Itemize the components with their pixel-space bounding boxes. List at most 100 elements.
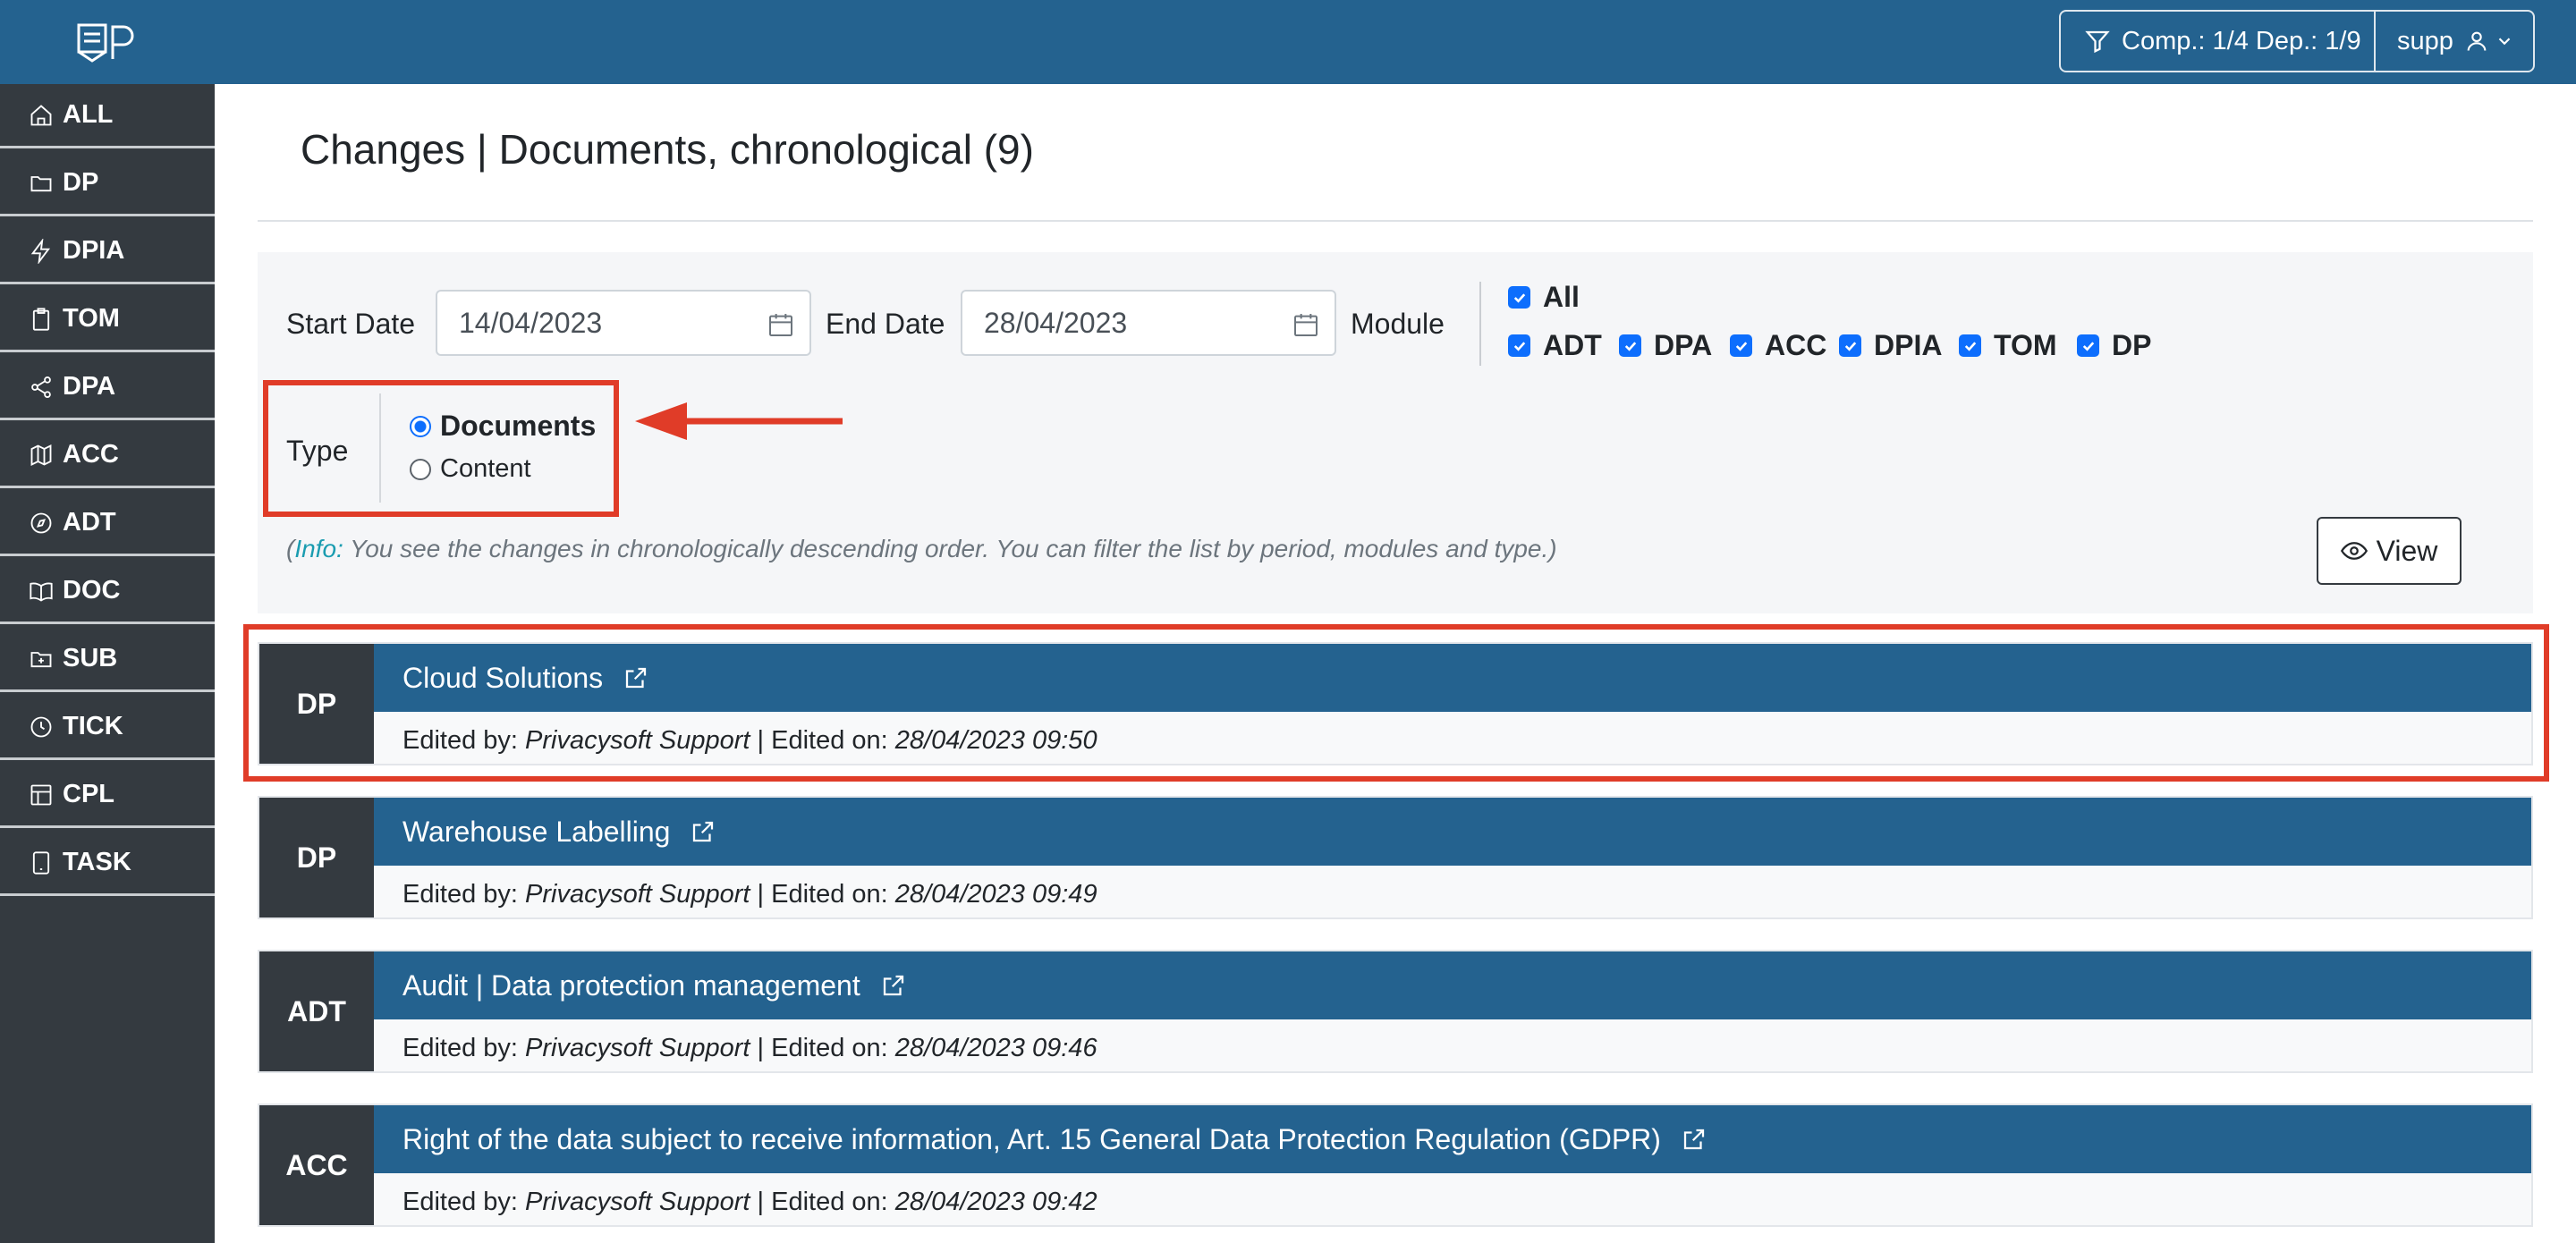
change-meta: Edited by: Privacysoft Support | Edited …: [402, 873, 1097, 916]
checkbox-checked-icon[interactable]: [2077, 334, 2099, 357]
info-text: (Info: You see the changes in chronologi…: [286, 535, 1557, 563]
external-link-icon[interactable]: [690, 818, 716, 845]
editor-name: Privacysoft Support: [525, 1034, 750, 1062]
home-icon: [30, 104, 52, 125]
calendar-icon[interactable]: [1292, 310, 1320, 339]
end-date-input[interactable]: [984, 306, 1252, 340]
end-date-label: End Date: [826, 308, 945, 340]
type-radio-content[interactable]: Content: [410, 454, 531, 484]
change-title: Audit | Data protection management: [402, 968, 860, 1002]
folder-plus-icon: [30, 651, 52, 667]
checkbox-checked-icon[interactable]: [1619, 334, 1641, 357]
sidebar-item-cpl[interactable]: CPL: [0, 764, 215, 828]
sidebar-item-label: DP: [63, 168, 99, 197]
top-controls: Comp.: 1/4 Dep.: 1/9 supp: [2059, 10, 2535, 72]
module-checkbox-adt[interactable]: ADT: [1508, 329, 1602, 362]
sidebar-item-tom[interactable]: TOM: [0, 288, 215, 352]
radio-unselected-icon[interactable]: [410, 458, 431, 480]
sidebar-item-adt[interactable]: ADT: [0, 492, 215, 556]
change-card: ADT Audit | Data protection management E…: [258, 950, 2533, 1073]
info-body: You see the changes in chronologically d…: [343, 535, 1557, 562]
checkbox-checked-icon[interactable]: [1959, 334, 1981, 357]
type-option-label: Content: [440, 454, 531, 483]
end-date-field[interactable]: [961, 290, 1336, 356]
module-checkbox-dp[interactable]: DP: [2077, 329, 2151, 362]
sidebar-item-all[interactable]: ALL: [0, 84, 215, 148]
filter-label: Comp.: 1/4 Dep.: 1/9: [2122, 26, 2361, 55]
view-button[interactable]: View: [2317, 517, 2462, 585]
sidebar-item-tick[interactable]: TICK: [0, 696, 215, 760]
checkbox-checked-icon[interactable]: [1730, 334, 1752, 357]
module-checkbox-all[interactable]: All: [1508, 281, 1580, 314]
edited-on-label: | Edited on:: [750, 1188, 895, 1216]
editor-name: Privacysoft Support: [525, 880, 750, 909]
change-title-link[interactable]: Audit | Data protection management: [374, 951, 2531, 1019]
sidebar-item-label: ADT: [63, 508, 116, 537]
user-icon: [2467, 31, 2487, 51]
type-radio-documents[interactable]: Documents: [410, 410, 596, 443]
sidebar-item-label: TASK: [63, 848, 131, 876]
view-button-label: View: [2376, 534, 2438, 567]
sidebar-item-label: DPA: [63, 372, 116, 401]
module-checkbox-dpa[interactable]: DPA: [1619, 329, 1712, 362]
sidebar-item-sub[interactable]: SUB: [0, 628, 215, 692]
title-divider: [258, 220, 2533, 222]
highlight-annotation-box: [243, 624, 2549, 782]
sidebar-item-label: DOC: [63, 576, 121, 605]
sidebar-item-doc[interactable]: DOC: [0, 560, 215, 624]
edited-on-label: | Edited on:: [750, 880, 895, 909]
external-link-icon[interactable]: [880, 972, 907, 999]
checkbox-checked-icon[interactable]: [1508, 286, 1530, 309]
sidebar-item-dp[interactable]: DP: [0, 152, 215, 216]
module-checkbox-tom[interactable]: TOM: [1959, 329, 2057, 362]
sidebar: ALL DP DPIA TOM DPA ACC ADT DOC SUB TICK…: [0, 84, 215, 1243]
start-date-label: Start Date: [286, 308, 416, 340]
chevron-down-icon: [2498, 38, 2511, 46]
folder-icon: [30, 175, 52, 191]
document-logo-icon[interactable]: [75, 20, 140, 64]
radio-selected-icon[interactable]: [410, 415, 431, 437]
external-link-icon[interactable]: [1681, 1126, 1707, 1153]
sidebar-item-label: DPIA: [63, 236, 125, 265]
edited-on-label: | Edited on:: [750, 1034, 895, 1062]
change-meta: Edited by: Privacysoft Support | Edited …: [402, 1180, 1097, 1223]
checkbox-checked-icon[interactable]: [1508, 334, 1530, 357]
editor-name: Privacysoft Support: [525, 1188, 750, 1216]
funnel-icon: [2085, 30, 2110, 54]
info-prefix: (: [286, 535, 295, 562]
change-title-link[interactable]: Warehouse Labelling: [374, 798, 2531, 866]
change-title-link[interactable]: Right of the data subject to receive inf…: [374, 1105, 2531, 1173]
calendar-icon[interactable]: [767, 310, 795, 339]
change-meta: Edited by: Privacysoft Support | Edited …: [402, 1027, 1097, 1070]
clipboard-icon: [32, 307, 50, 331]
module-badge: ACC: [259, 1105, 374, 1225]
checkbox-checked-icon[interactable]: [1839, 334, 1861, 357]
sidebar-item-dpia[interactable]: DPIA: [0, 220, 215, 284]
change-title: Right of the data subject to receive inf…: [402, 1122, 1661, 1155]
sidebar-item-acc[interactable]: ACC: [0, 424, 215, 488]
edited-by-label: Edited by:: [402, 1034, 526, 1062]
top-navbar: Comp.: 1/4 Dep.: 1/9 supp: [0, 0, 2576, 84]
eye-icon: [2340, 542, 2368, 560]
module-option-label: ACC: [1765, 329, 1827, 361]
sidebar-item-label: TOM: [63, 304, 120, 333]
edited-by-label: Edited by:: [402, 880, 526, 909]
sidebar-item-label: TICK: [63, 712, 123, 740]
module-checkbox-dpia[interactable]: DPIA: [1839, 329, 1942, 362]
module-option-label: DP: [2112, 329, 2152, 361]
module-checkbox-acc[interactable]: ACC: [1730, 329, 1826, 362]
type-option-label: Documents: [440, 410, 597, 442]
module-badge: ADT: [259, 951, 374, 1071]
module-option-label: DPA: [1654, 329, 1713, 361]
sidebar-item-dpa[interactable]: DPA: [0, 356, 215, 420]
compass-icon: [30, 512, 52, 533]
user-menu-button[interactable]: supp: [2376, 12, 2533, 71]
sidebar-item-label: SUB: [63, 644, 118, 672]
company-department-filter-button[interactable]: Comp.: 1/4 Dep.: 1/9: [2061, 12, 2376, 71]
user-name: supp: [2397, 26, 2453, 55]
sidebar-item-task[interactable]: TASK: [0, 832, 215, 896]
start-date-field[interactable]: [436, 290, 811, 356]
start-date-input[interactable]: [459, 306, 727, 340]
edited-timestamp: 28/04/2023 09:42: [894, 1188, 1097, 1216]
share-icon: [31, 376, 51, 398]
